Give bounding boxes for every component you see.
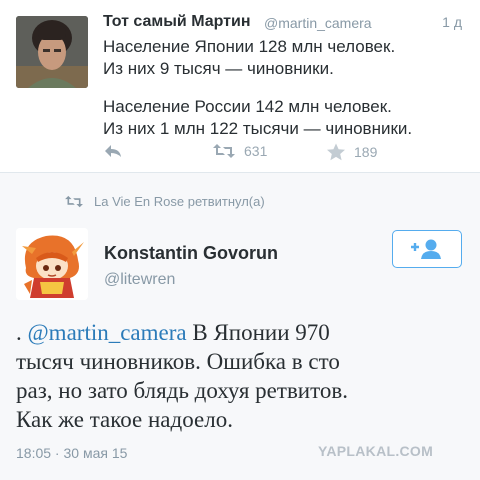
retweet-icon <box>65 195 83 208</box>
tweet-text-line: раз, но зато блядь дохуя ретвитов. <box>16 378 348 403</box>
author-name[interactable]: Konstantin Govorun <box>104 243 278 264</box>
follow-button[interactable] <box>392 230 462 268</box>
tweet-text-line: Из них 1 млн 122 тысячи — чиновники. <box>103 119 413 138</box>
tweet-text-line: тысяч чиновников. Ошибка в сто <box>16 349 340 374</box>
mention-link[interactable]: @martin_camera <box>28 320 187 345</box>
author-handle[interactable]: @litewren <box>104 271 175 289</box>
retweet-icon <box>213 144 235 158</box>
avatar-konstantin[interactable] <box>16 228 88 300</box>
star-icon <box>327 143 345 161</box>
tweet-text-line: . @martin_camera В Японии 970 <box>16 318 466 347</box>
favorite-button[interactable]: 189 <box>326 143 377 161</box>
avatar-martin[interactable] <box>16 16 88 88</box>
tweet-text: Население Японии 128 млн человек. Из них… <box>103 36 412 140</box>
text-prefix: . <box>16 320 28 345</box>
retweet-button[interactable]: 631 <box>212 143 267 159</box>
retweet-count: 631 <box>244 143 268 159</box>
retweet-notice[interactable]: La Vie En Rose ретвитнул(а) <box>64 194 265 209</box>
tweet-time[interactable]: 1 д <box>442 14 462 30</box>
tweet-text: . @martin_camera В Японии 970 тысяч чино… <box>16 318 466 434</box>
favorite-count: 189 <box>354 144 378 160</box>
tweet-text-line: Как же такое надоело. <box>16 407 233 432</box>
tweet-text-line: Население России 142 млн человек. <box>103 97 392 116</box>
follow-user-icon <box>411 239 441 259</box>
retweet-notice-text: La Vie En Rose ретвитнул(а) <box>94 194 265 209</box>
tweet-text-line: Из них 9 тысяч — чиновники. <box>103 59 334 78</box>
reply-button[interactable] <box>103 143 123 159</box>
divider <box>0 172 480 173</box>
tweet-text-line: Население Японии 128 млн человек. <box>103 37 396 56</box>
author-name[interactable]: Тот самый Мартин <box>103 13 251 31</box>
watermark: YAPLAKAL.COM <box>318 443 434 459</box>
tweet-actions: 631 189 <box>0 143 480 163</box>
tweet-timestamp[interactable]: 18:05 · 30 мая 15 <box>16 445 127 461</box>
text-fragment: В Японии 970 <box>186 320 330 345</box>
author-handle[interactable]: @martin_camera <box>264 15 372 31</box>
tweet-card-1: Тот самый Мартин @martin_camera 1 д Насе… <box>0 0 480 172</box>
reply-icon <box>105 145 121 157</box>
